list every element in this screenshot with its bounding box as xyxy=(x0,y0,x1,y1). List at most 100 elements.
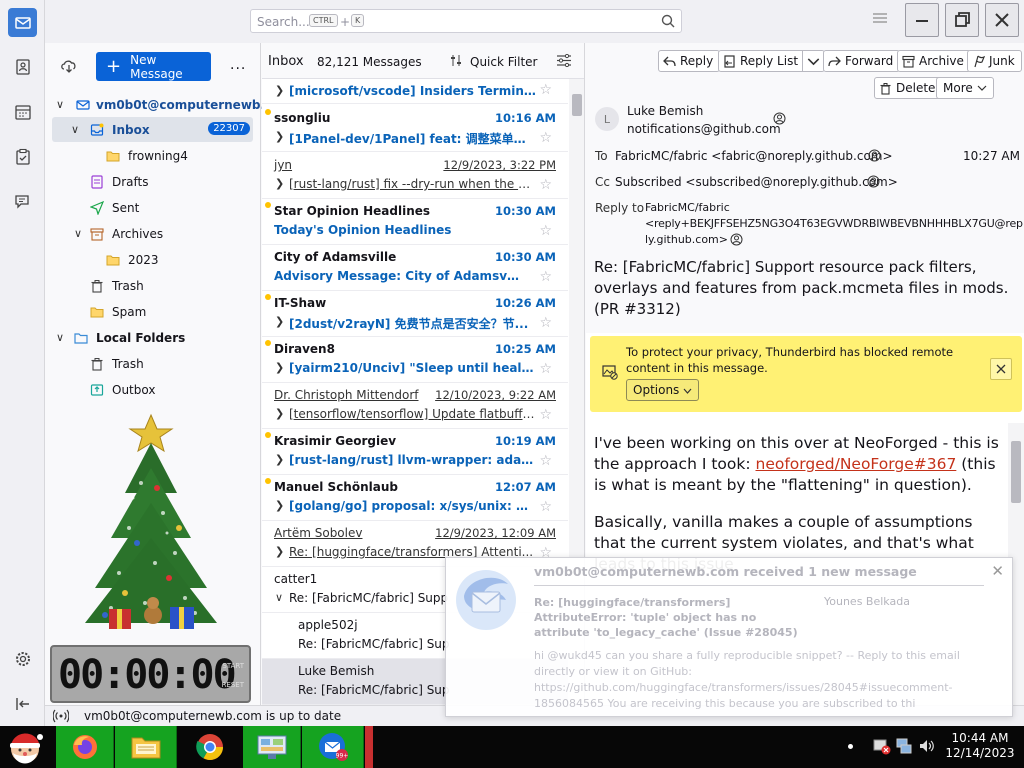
folder-pane-more-button[interactable]: ... xyxy=(230,57,246,73)
taskbar-clock[interactable]: 10:44 AM 12/14/2023 xyxy=(945,731,1015,761)
network-icon[interactable] xyxy=(895,737,913,758)
from-name[interactable]: Luke Bemish xyxy=(627,104,703,118)
chevron-down-icon xyxy=(683,388,692,394)
network-error-icon[interactable] xyxy=(873,737,891,758)
alert-from: Younes Belkada xyxy=(824,595,910,608)
chat-icon[interactable] xyxy=(8,186,37,215)
system-tray xyxy=(848,726,945,768)
scrollbar-thumb[interactable] xyxy=(1011,441,1021,503)
chrome-taskbar-button[interactable] xyxy=(178,726,242,768)
forward-button[interactable]: Forward xyxy=(823,50,901,72)
star-icon[interactable]: ☆ xyxy=(539,130,552,146)
folder-sent[interactable]: Sent xyxy=(45,195,260,220)
calendar-icon[interactable] xyxy=(8,97,37,126)
star-icon[interactable]: ☆ xyxy=(539,177,552,193)
app-menu-icon[interactable] xyxy=(873,12,887,27)
message-row[interactable]: Diraven8 10:25 AM ❯ [yairm210/Unciv] "Sl… xyxy=(262,337,568,383)
message-date: 10:26 AM xyxy=(495,296,556,310)
chevron-down-icon[interactable] xyxy=(802,51,824,71)
message-subject-heading: Re: [FabricMC/fabric] Support resource p… xyxy=(594,258,1009,318)
close-alert-icon[interactable]: ✕ xyxy=(991,562,1004,580)
message-row[interactable]: IT-Shaw 10:26 AM ❯ [2dust/v2rayN] 免费节点是否… xyxy=(262,291,568,337)
scrollbar-thumb[interactable] xyxy=(572,94,582,116)
address-book-icon[interactable] xyxy=(8,52,37,81)
reply-list-button[interactable]: Reply List xyxy=(718,50,826,72)
message-row[interactable]: Manuel Schönlaub 12:07 AM ❯ [golang/go] … xyxy=(262,475,568,521)
tasks-icon[interactable] xyxy=(8,142,37,171)
folder-spam[interactable]: Spam xyxy=(45,299,260,324)
restore-button[interactable] xyxy=(945,3,979,37)
folder-trash[interactable]: Trash xyxy=(45,273,260,298)
stopwatch-reset-button[interactable]: RESET xyxy=(222,681,244,689)
folder-outbox[interactable]: Outbox xyxy=(45,377,260,402)
options-button[interactable]: Options xyxy=(626,379,700,401)
minimize-button[interactable] xyxy=(905,3,939,37)
chevron-down-icon: ∨ xyxy=(56,98,65,111)
folder-drafts[interactable]: Drafts xyxy=(45,169,260,194)
message-row[interactable]: ssongliu 10:16 AM ❯ [1Panel-dev/1Panel] … xyxy=(262,106,568,152)
star-icon[interactable]: ☆ xyxy=(539,453,552,469)
close-window-button[interactable] xyxy=(985,3,1019,37)
message-row[interactable]: Krasimir Georgiev 10:19 AM ❯ [rust-lang/… xyxy=(262,429,568,475)
thunderbird-taskbar-button[interactable]: 99+ xyxy=(302,726,364,768)
contact-icon[interactable] xyxy=(867,175,880,191)
file-explorer-taskbar-button[interactable] xyxy=(115,726,177,768)
delete-label: Delete xyxy=(896,81,936,95)
new-mail-alert[interactable]: vm0b0t@computernewb.com received 1 new m… xyxy=(445,557,1013,717)
to-value[interactable]: FabricMC/fabric <fabric@noreply.github.c… xyxy=(615,149,893,163)
star-icon[interactable]: ☆ xyxy=(539,269,552,285)
contact-icon[interactable] xyxy=(868,149,881,165)
quick-filter-button[interactable]: Quick Filter xyxy=(470,55,537,69)
search-input[interactable]: Search... CTRL + K xyxy=(250,9,682,33)
more-button[interactable]: More xyxy=(936,77,994,99)
star-icon[interactable]: ☆ xyxy=(539,361,552,377)
settings-gear-icon[interactable] xyxy=(8,644,37,673)
new-message-button[interactable]: + New Message xyxy=(96,52,211,81)
contact-icon[interactable] xyxy=(773,112,786,128)
trash-icon xyxy=(90,357,104,371)
collapse-spaces-icon[interactable] xyxy=(8,689,37,718)
reply-to-address-end[interactable]: ly.github.com> xyxy=(645,233,728,246)
star-icon[interactable]: ☆ xyxy=(539,82,552,98)
folder-2023[interactable]: 2023 xyxy=(45,247,260,272)
archive-button[interactable]: Archive xyxy=(897,50,971,72)
message-sender: Star Opinion Headlines xyxy=(274,204,431,218)
reply-to-address-line[interactable]: <reply+BEKJFFSEHZ5NG3O4T63EGVWDRBIWBEVBN… xyxy=(645,217,1023,230)
message-row[interactable]: Dr. Christoph Mittendorf 12/10/2023, 9:2… xyxy=(262,383,568,429)
volume-icon[interactable] xyxy=(918,738,936,757)
message-row[interactable]: ❯ [microsoft/vscode] Insiders Terminal .… xyxy=(262,79,568,104)
folder-archives[interactable]: ∨ Archives xyxy=(45,221,260,246)
contact-icon[interactable] xyxy=(730,233,743,249)
firefox-taskbar-button[interactable] xyxy=(56,726,114,768)
control-panel-taskbar-button[interactable] xyxy=(243,726,301,768)
message-row[interactable]: Star Opinion Headlines 10:30 AM Today's … xyxy=(262,199,568,245)
online-status-icon[interactable] xyxy=(52,709,70,726)
display-options-icon[interactable] xyxy=(557,53,571,70)
star-icon[interactable]: ☆ xyxy=(539,499,552,515)
reply-button[interactable]: Reply xyxy=(658,50,721,72)
junk-button[interactable]: Junk xyxy=(967,50,1022,72)
close-notification-button[interactable] xyxy=(990,358,1012,380)
body-link[interactable]: neoforged/NeoForge#367 xyxy=(756,455,957,473)
get-messages-icon[interactable] xyxy=(60,58,78,77)
folder-inbox[interactable]: ∨ Inbox 22307 xyxy=(52,117,253,142)
message-row[interactable]: City of Adamsville 10:30 AM Advisory Mes… xyxy=(262,245,568,291)
chevron-down-icon: ∨ xyxy=(71,123,80,136)
stopwatch-start-button[interactable]: START xyxy=(222,662,244,670)
reply-to-name[interactable]: FabricMC/fabric xyxy=(645,201,730,214)
account-row[interactable]: ∨ vm0b0t@computernewb.com xyxy=(45,92,293,117)
delete-button[interactable]: Delete xyxy=(874,77,943,99)
from-email[interactable]: notifications@github.com xyxy=(627,122,781,136)
start-button[interactable] xyxy=(0,726,50,768)
folder-frowning4[interactable]: frowning4 xyxy=(45,143,260,168)
blocked-content-icon xyxy=(602,364,618,383)
star-icon[interactable]: ☆ xyxy=(539,407,552,423)
folder-local-trash[interactable]: Trash xyxy=(45,351,260,376)
local-folders-row[interactable]: ∨ Local Folders xyxy=(45,325,260,350)
star-icon[interactable]: ☆ xyxy=(539,315,552,331)
star-icon[interactable]: ☆ xyxy=(539,223,552,239)
message-row[interactable]: jyn 12/9/2023, 3:22 PM ❯ [rust-lang/rust… xyxy=(262,153,568,199)
mail-space-icon[interactable] xyxy=(8,8,37,37)
cc-value[interactable]: Subscribed <subscribed@noreply.github.co… xyxy=(615,175,898,189)
junk-label: Junk xyxy=(989,54,1015,68)
